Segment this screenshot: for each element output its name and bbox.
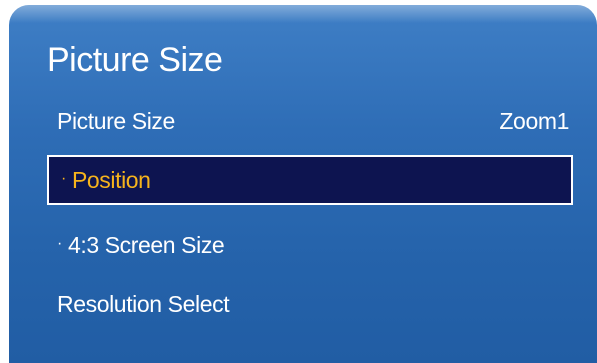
menu-title: Picture Size [47, 41, 223, 79]
bullet-icon: · [61, 169, 66, 187]
bullet-icon: · [57, 234, 62, 252]
menu-item-label: 4:3 Screen Size [67, 231, 225, 258]
menu-item-position[interactable]: · Position [47, 155, 573, 205]
picture-size-menu-panel: Picture Size Picture Size Zoom1 · Positio… [9, 5, 597, 363]
menu-item-resolution-select[interactable]: Resolution Select [47, 279, 573, 329]
menu-item-value: Zoom1 [499, 107, 569, 134]
menu-item-picture-size[interactable]: Picture Size Zoom1 [47, 96, 573, 146]
menu-item-label: Picture Size [57, 107, 175, 134]
menu-item-label: Position [71, 166, 151, 193]
menu-item-4-3-screen-size[interactable]: · 4:3 Screen Size [47, 220, 573, 270]
menu-item-label: Resolution Select [57, 290, 230, 317]
